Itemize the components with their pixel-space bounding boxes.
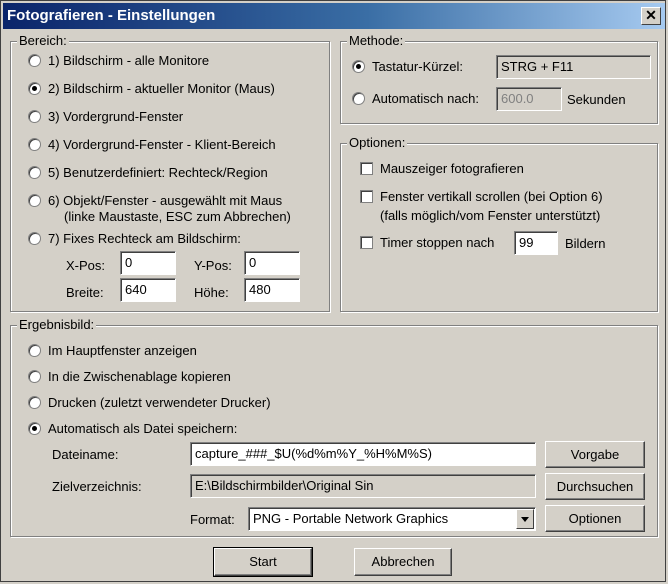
- timer-label[interactable]: Timer stoppen nach: [380, 235, 494, 251]
- optionen-button[interactable]: Optionen: [545, 505, 645, 532]
- chevron-down-icon[interactable]: [516, 509, 534, 529]
- bereich-option-label-5[interactable]: 5) Benutzerdefiniert: Rechteck/Region: [48, 165, 268, 181]
- bereich-option-label-6[interactable]: 6) Objekt/Fenster - ausgewählt mit Maus: [48, 193, 282, 209]
- ergebnis-radio-1[interactable]: [28, 344, 41, 357]
- ypos-field[interactable]: 0: [244, 251, 300, 275]
- timer-unit-label: Bildern: [565, 236, 606, 251]
- option6-hint: (linke Maustaste, ESC zum Abbrechen): [64, 209, 291, 224]
- ergebnis-radio-4[interactable]: [28, 422, 41, 435]
- timer-count-field[interactable]: 99: [514, 231, 558, 255]
- directory-field[interactable]: E:\Bildschirmbilder\Original Sin: [190, 474, 536, 498]
- auto-seconds-field[interactable]: 600.0: [496, 87, 562, 111]
- auto-unit-label: Sekunden: [567, 92, 626, 107]
- shortcut-label[interactable]: Tastatur-Kürzel:: [372, 59, 463, 75]
- shortcut-field[interactable]: STRG + F11: [496, 55, 651, 79]
- hoehe-label: Höhe:: [194, 285, 229, 300]
- bereich-radio-1[interactable]: [28, 54, 41, 67]
- ergebnis-option-label-2[interactable]: In die Zwischenablage kopieren: [48, 369, 231, 385]
- ergebnis-option-label-3[interactable]: Drucken (zuletzt verwendeter Drucker): [48, 395, 271, 411]
- bereich-radio-7[interactable]: [28, 232, 41, 245]
- xpos-label: X-Pos:: [66, 258, 106, 273]
- timer-checkbox[interactable]: [360, 236, 373, 249]
- bereich-option-label-4[interactable]: 4) Vordergrund-Fenster - Klient-Bereich: [48, 137, 276, 153]
- group-bereich-title: Bereich:: [17, 33, 69, 49]
- filename-label: Dateiname:: [52, 447, 119, 462]
- filename-field[interactable]: capture_###_$U(%d%m%Y_%H%M%S): [190, 442, 536, 466]
- ergebnis-option-label-1[interactable]: Im Hauptfenster anzeigen: [48, 343, 197, 359]
- close-icon: ✕: [645, 7, 657, 23]
- group-optionen-title: Optionen:: [347, 135, 408, 151]
- bereich-option-label-1[interactable]: 1) Bildschirm - alle Monitore: [48, 53, 209, 69]
- close-button[interactable]: ✕: [641, 7, 661, 25]
- ergebnis-radio-3[interactable]: [28, 396, 41, 409]
- bereich-option-label-3[interactable]: 3) Vordergrund-Fenster: [48, 109, 183, 125]
- scroll-checkbox[interactable]: [360, 190, 373, 203]
- vorgabe-button[interactable]: Vorgabe: [545, 441, 645, 468]
- group-ergebnis-title: Ergebnisbild:: [17, 317, 97, 333]
- ergebnis-radio-2[interactable]: [28, 370, 41, 383]
- bereich-radio-2[interactable]: [28, 82, 41, 95]
- ergebnis-option-label-4[interactable]: Automatisch als Datei speichern:: [48, 421, 237, 437]
- bereich-radio-6[interactable]: [28, 194, 41, 207]
- breite-field[interactable]: 640: [120, 278, 176, 302]
- dir-label: Zielverzeichnis:: [52, 479, 142, 494]
- ypos-label: Y-Pos:: [194, 258, 232, 273]
- bereich-radio-5[interactable]: [28, 166, 41, 179]
- mouse-label[interactable]: Mauszeiger fotografieren: [380, 161, 524, 177]
- bereich-radio-3[interactable]: [28, 110, 41, 123]
- bereich-option-label-2[interactable]: 2) Bildschirm - aktueller Monitor (Maus): [48, 81, 275, 97]
- scroll-hint: (falls möglich/vom Fenster unterstützt): [380, 208, 601, 223]
- bereich-radio-4[interactable]: [28, 138, 41, 151]
- group-methode-title: Methode:: [347, 33, 406, 49]
- shortcut-radio[interactable]: [352, 60, 365, 73]
- start-button[interactable]: Start: [213, 547, 313, 577]
- title-bar[interactable]: Fotografieren - Einstellungen ✕: [3, 3, 665, 29]
- hoehe-field[interactable]: 480: [244, 278, 300, 302]
- auto-label[interactable]: Automatisch nach:: [372, 91, 479, 107]
- cancel-button[interactable]: Abbrechen: [354, 548, 452, 576]
- scroll-label[interactable]: Fenster vertikall scrollen (bei Option 6…: [380, 189, 603, 205]
- durchsuchen-button[interactable]: Durchsuchen: [545, 473, 645, 500]
- window-title: Fotografieren - Einstellungen: [7, 7, 216, 24]
- format-select[interactable]: PNG - Portable Network Graphics: [248, 507, 536, 531]
- format-select-value: PNG - Portable Network Graphics: [253, 511, 449, 526]
- auto-radio[interactable]: [352, 92, 365, 105]
- breite-label: Breite:: [66, 285, 104, 300]
- mouse-checkbox[interactable]: [360, 162, 373, 175]
- format-label: Format:: [190, 512, 235, 527]
- bereich-option-label-7[interactable]: 7) Fixes Rechteck am Bildschirm:: [48, 231, 241, 247]
- group-methode: Methode:: [340, 33, 658, 124]
- xpos-field[interactable]: 0: [120, 251, 176, 275]
